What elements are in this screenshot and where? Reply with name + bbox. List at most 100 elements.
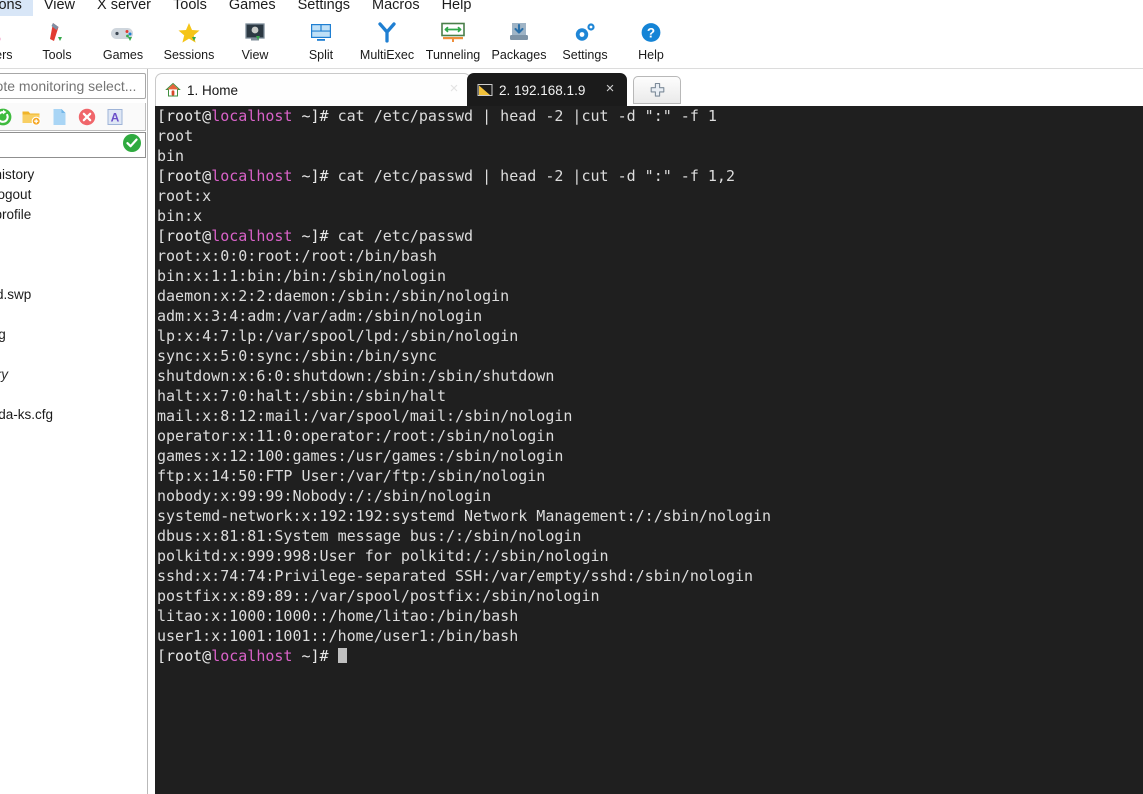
terminal-output[interactable]: [root@localhost ~]# cat /etc/passwd | he…: [155, 106, 1143, 794]
terminal-text: ftp:x:14:50:FTP User:/var/ftp:/sbin/nolo…: [157, 467, 546, 485]
terminal-text: games:x:12:100:games:/usr/games:/sbin/no…: [157, 447, 564, 465]
new-tab-button[interactable]: [633, 76, 681, 104]
terminal-text: adm:x:3:4:adm:/var/adm:/sbin/nologin: [157, 307, 483, 325]
menu-macros[interactable]: Macros: [361, 0, 431, 16]
toolbar-button-label: Games: [102, 48, 144, 62]
toolbar-button-label: Help: [638, 48, 664, 62]
terminal-text: polkitd:x:999:998:User for polkitd:/:/sb…: [157, 547, 609, 565]
refresh-icon[interactable]: [0, 105, 15, 129]
menu-bar: SessionsViewX serverToolsGamesSettingsMa…: [0, 0, 1143, 17]
file-list[interactable]: .bash_history.bash_logout.bash_profile.b…: [0, 165, 147, 785]
prompt-prefix: [root@: [157, 227, 212, 245]
terminal-output-line: ftp:x:14:50:FTP User:/var/ftp:/sbin/nolo…: [157, 466, 1143, 486]
list-item[interactable]: .cshrc: [0, 245, 147, 265]
list-item[interactable]: Directory: [0, 365, 147, 385]
tab-home-label: 1. Home: [187, 82, 239, 98]
list-item[interactable]: anaconda-ks.cfg: [0, 405, 147, 425]
tunneling-icon: [438, 20, 468, 46]
file-list-spacer: [0, 445, 147, 465]
sidebar-search-row: [0, 73, 146, 99]
multiexec-icon: [372, 20, 402, 46]
terminal-text: halt:x:7:0:halt:/sbin:/sbin/halt: [157, 387, 446, 405]
list-item[interactable]: .bash_history: [0, 165, 147, 185]
toolbar-button-games[interactable]: Games: [90, 17, 156, 67]
list-item[interactable]: .bash_profile: [0, 205, 147, 225]
search-input[interactable]: [0, 73, 146, 99]
terminal-text: root:x:0:0:root:/root:/bin/bash: [157, 247, 437, 265]
servers-icon: [0, 20, 6, 46]
terminal-output-line: root: [157, 126, 1143, 146]
toolbar-button-sessions[interactable]: Sessions: [156, 17, 222, 67]
tab-home[interactable]: 1. Home ×: [155, 73, 471, 106]
prompt-hostname: localhost: [211, 167, 293, 185]
sftp-sidebar: A .bash_history.bash_logout.bash_profile…: [0, 69, 148, 794]
path-confirm-icon[interactable]: [122, 133, 142, 158]
terminal-text: user1:x:1001:1001::/home/user1:/bin/bash: [157, 627, 519, 645]
tools-icon: [42, 20, 72, 46]
prompt-hostname: localhost: [211, 107, 293, 125]
mobaxterm-window: SessionsViewX serverToolsGamesSettingsMa…: [0, 0, 1143, 794]
new-folder-icon[interactable]: [19, 105, 43, 129]
terminal-output-line: postfix:x:89:89::/var/spool/postfix:/sbi…: [157, 586, 1143, 606]
tab-home-close-icon[interactable]: ×: [446, 81, 462, 98]
terminal-output-line: systemd-network:x:192:192:systemd Networ…: [157, 506, 1143, 526]
sftp-path-bar[interactable]: [0, 132, 146, 158]
terminal-output-line: bin:x:1:1:bin:/bin:/sbin/nologin: [157, 266, 1143, 286]
menu-view[interactable]: View: [33, 0, 86, 16]
tab-ssh-close-icon[interactable]: ×: [602, 81, 618, 98]
prompt-suffix: ~]#: [292, 167, 338, 185]
main-toolbar: Servers Tools Games Sessions View Split MultiE…: [0, 17, 1143, 69]
tab-ssh-192-168-1-9[interactable]: 2. 192.168.1.9 ×: [467, 73, 627, 106]
terminal-prompt-line: [root@localhost ~]# cat /etc/passwd | he…: [157, 106, 1143, 126]
list-item[interactable]: b.txt: [0, 485, 147, 505]
terminal-prompt-line: [root@localhost ~]#: [157, 646, 1143, 666]
terminal-text: sync:x:5:0:sync:/sbin:/bin/sync: [157, 347, 437, 365]
list-item[interactable]: c.txt: [0, 505, 147, 525]
terminal-text: operator:x:11:0:operator:/root:/sbin/nol…: [157, 427, 555, 445]
toolbar-button-settings[interactable]: Settings: [552, 17, 618, 67]
toolbar-button-label: Sessions: [163, 48, 215, 62]
toolbar-button-label: Packages: [491, 48, 547, 62]
file-list-spacer: [0, 425, 147, 445]
menu-sessions[interactable]: Sessions: [0, 0, 33, 16]
list-item[interactable]: 0917.jpg: [0, 325, 147, 345]
toolbar-button-servers[interactable]: Servers: [0, 17, 24, 67]
new-file-icon[interactable]: [47, 105, 71, 129]
home-icon: [164, 81, 182, 99]
menu-games[interactable]: Games: [218, 0, 287, 16]
help-icon: ?: [636, 20, 666, 46]
menu-settings[interactable]: Settings: [287, 0, 361, 16]
terminal-text: root:x: [157, 187, 212, 205]
toolbar-button-tools[interactable]: Tools: [24, 17, 90, 67]
toolbar-button-label: Settings: [562, 48, 608, 62]
toolbar-button-split[interactable]: Split: [288, 17, 354, 67]
toolbar-button-label: Servers: [0, 48, 13, 62]
terminal-text: dbus:x:81:81:System message bus:/:/sbin/…: [157, 527, 582, 545]
toolbar-button-tunneling[interactable]: Tunneling: [420, 17, 486, 67]
menu-xserver[interactable]: X server: [86, 0, 162, 16]
toolbar-button-multiexec[interactable]: MultiExec: [354, 17, 420, 67]
terminal-output-line: bin: [157, 146, 1143, 166]
list-item[interactable]: d.txt: [0, 525, 147, 545]
delete-icon[interactable]: [75, 105, 99, 129]
toolbar-button-view[interactable]: View: [222, 17, 288, 67]
terminal-text: bin: [157, 147, 185, 165]
list-item[interactable]: a.txt: [0, 465, 147, 485]
terminal-command: cat /etc/passwd | head -2 |cut -d ":" -f…: [337, 107, 717, 125]
list-item[interactable]: .bash_logout: [0, 185, 147, 205]
toolbar-button-help[interactable]: ? Help: [618, 17, 684, 67]
file-list-spacer: [0, 345, 147, 365]
list-item[interactable]: .tcshrc: [0, 265, 147, 285]
list-item[interactable]: .bashrc: [0, 225, 147, 245]
terminal-command: cat /etc/passwd: [337, 227, 474, 245]
list-item[interactable]: .passwd.swp: [0, 285, 147, 305]
menu-help[interactable]: Help: [431, 0, 483, 16]
toolbar-button-packages[interactable]: Packages: [486, 17, 552, 67]
menu-tools[interactable]: Tools: [162, 0, 218, 16]
prompt-suffix: ~]#: [292, 647, 338, 665]
terminal-cursor: [337, 648, 347, 663]
terminal-output-line: sshd:x:74:74:Privilege-separated SSH:/va…: [157, 566, 1143, 586]
terminal-output-line: nobody:x:99:99:Nobody:/:/sbin/nologin: [157, 486, 1143, 506]
text-format-icon[interactable]: A: [103, 105, 127, 129]
terminal-text: mail:x:8:12:mail:/var/spool/mail:/sbin/n…: [157, 407, 573, 425]
